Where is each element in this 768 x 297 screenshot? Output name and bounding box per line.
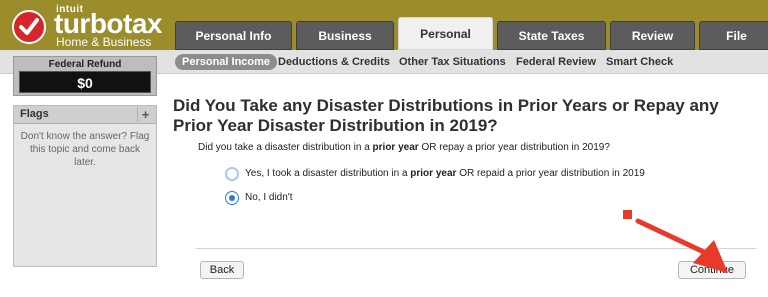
turbotax-logo: intuit turbotax Home & Business [10,4,180,49]
back-button[interactable]: Back [200,261,244,279]
tab-personal-info[interactable]: Personal Info [175,21,292,50]
page-title: Did You Take any Disaster Distributions … [173,96,719,135]
subnav-deductions-credits[interactable]: Deductions & Credits [278,54,390,70]
flags-title: Flags [20,108,49,120]
subnav-other-tax-situations[interactable]: Other Tax Situations [399,54,506,70]
sub-question-bold: prior year [372,142,419,153]
sub-question: Did you take a disaster distribution in … [198,142,610,153]
federal-refund-amount: $0 [19,71,151,93]
radio-yes-label-pre: Yes, I took a disaster distribution in a [245,168,411,179]
flags-help-text: Don't know the answer? Flag this topic a… [20,131,150,168]
radio-no[interactable] [225,191,239,205]
tab-personal[interactable]: Personal [398,17,493,50]
radio-yes-label-post: OR repaid a prior year distribution in 2… [456,168,645,179]
flags-panel: Flags + Don't know the answer? Flag this… [13,105,157,267]
subnav-smart-check[interactable]: Smart Check [606,54,673,70]
federal-refund-box: Federal Refund $0 [13,56,157,96]
flags-header: Flags + [14,106,156,124]
radio-yes-label-bold: prior year [410,168,457,179]
tab-state-taxes[interactable]: State Taxes [497,21,606,50]
add-flag-button[interactable]: + [137,107,153,122]
federal-refund-label: Federal Refund [48,59,122,70]
header-bar: intuit turbotax Home & Business Personal… [0,0,768,50]
arrow-dot [623,210,632,219]
tab-review[interactable]: Review [610,21,695,50]
tab-file[interactable]: File [699,21,768,50]
main-content: Did You Take any Disaster Distributions … [173,96,753,205]
brand-product: turbotax [54,8,163,39]
sub-question-pre: Did you take a disaster distribution in … [198,142,373,153]
checkmark-circle-icon [12,10,46,44]
red-arrow-icon [623,210,728,273]
subnav-federal-review[interactable]: Federal Review [516,54,596,70]
sub-question-post: OR repay a prior year distribution in 20… [418,142,610,153]
turbotax-window: intuit turbotax Home & Business Personal… [0,0,768,297]
arrow-head [693,240,728,273]
tab-business[interactable]: Business [296,21,394,50]
subnav-personal-income[interactable]: Personal Income [175,54,278,70]
radio-yes-label: Yes, I took a disaster distribution in a… [245,168,645,179]
arrow-shaft [635,218,709,256]
brand-edition: Home & Business [56,35,152,49]
radio-no-label: No, I didn't [245,192,293,203]
radio-yes[interactable] [225,167,239,181]
